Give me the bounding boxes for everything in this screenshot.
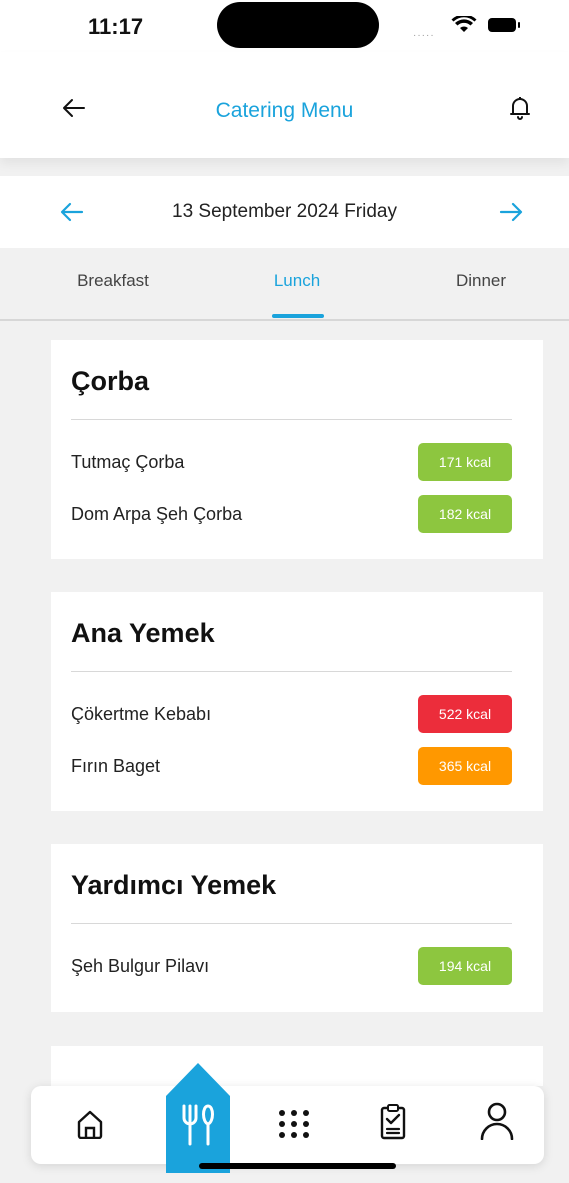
section-divider — [71, 923, 512, 924]
menu-section-card: Yardımcı Yemek Şeh Bulgur Pilavı 194 kca… — [51, 844, 543, 1012]
menu-item-name: Şeh Bulgur Pilavı — [71, 956, 210, 976]
section-divider — [71, 419, 512, 420]
section-divider — [71, 671, 512, 672]
menu-section-card-partial — [51, 1046, 543, 1086]
page-title: Catering Menu — [215, 99, 354, 122]
checklist-icon[interactable] — [380, 1104, 406, 1140]
fork-knife-icon[interactable] — [181, 1104, 217, 1146]
grid-dots-icon[interactable] — [278, 1109, 310, 1139]
home-icon[interactable] — [77, 1109, 103, 1139]
menu-section-card: Çorba Tutmaç Çorba 171 kcal Dom Arpa Şeh… — [51, 340, 543, 559]
tab-lunch[interactable]: Lunch — [227, 271, 367, 291]
status-bar: 11:17 ····· — [0, 0, 569, 52]
wifi-icon — [451, 16, 477, 32]
tab-dinner[interactable]: Dinner — [411, 271, 551, 291]
calorie-badge: 365 kcal — [418, 747, 512, 785]
menu-item-name: Fırın Baget — [71, 756, 161, 776]
menu-item[interactable]: Şeh Bulgur Pilavı 194 kcal — [71, 947, 512, 985]
calorie-badge: 194 kcal — [418, 947, 512, 985]
next-day-arrow-icon[interactable] — [499, 200, 523, 224]
bottom-navigation — [31, 1086, 544, 1164]
bell-icon[interactable] — [509, 96, 531, 120]
menu-item-name: Dom Arpa Şeh Çorba — [71, 504, 243, 524]
dynamic-island — [217, 2, 379, 48]
meal-tabs: Breakfast Lunch Dinner — [0, 248, 569, 321]
selected-date: 13 September 2024 Friday — [172, 201, 397, 222]
calorie-badge: 522 kcal — [418, 695, 512, 733]
section-title: Çorba — [71, 366, 150, 396]
menu-item[interactable]: Tutmaç Çorba 171 kcal — [71, 443, 512, 481]
menu-section-card: Ana Yemek Çökertme Kebabı 522 kcal Fırın… — [51, 592, 543, 811]
calorie-badge: 171 kcal — [418, 443, 512, 481]
battery-icon — [488, 18, 520, 32]
tab-breakfast[interactable]: Breakfast — [43, 271, 183, 291]
status-time: 11:17 — [88, 14, 144, 39]
user-icon[interactable] — [479, 1102, 515, 1140]
menu-item[interactable]: Çökertme Kebabı 522 kcal — [71, 695, 512, 733]
date-selector: 13 September 2024 Friday — [0, 176, 569, 248]
section-title: Ana Yemek — [71, 618, 215, 648]
calorie-badge: 182 kcal — [418, 495, 512, 533]
menu-item-name: Tutmaç Çorba — [71, 452, 185, 472]
menu-item[interactable]: Fırın Baget 365 kcal — [71, 747, 512, 785]
menu-item-name: Çökertme Kebabı — [71, 704, 212, 724]
active-tab-indicator — [272, 314, 324, 318]
section-title: Yardımcı Yemek — [71, 870, 277, 900]
app-bar: Catering Menu — [0, 52, 569, 158]
signal-icon: ····· — [413, 30, 435, 41]
menu-item[interactable]: Dom Arpa Şeh Çorba 182 kcal — [71, 495, 512, 533]
home-indicator — [199, 1163, 396, 1169]
